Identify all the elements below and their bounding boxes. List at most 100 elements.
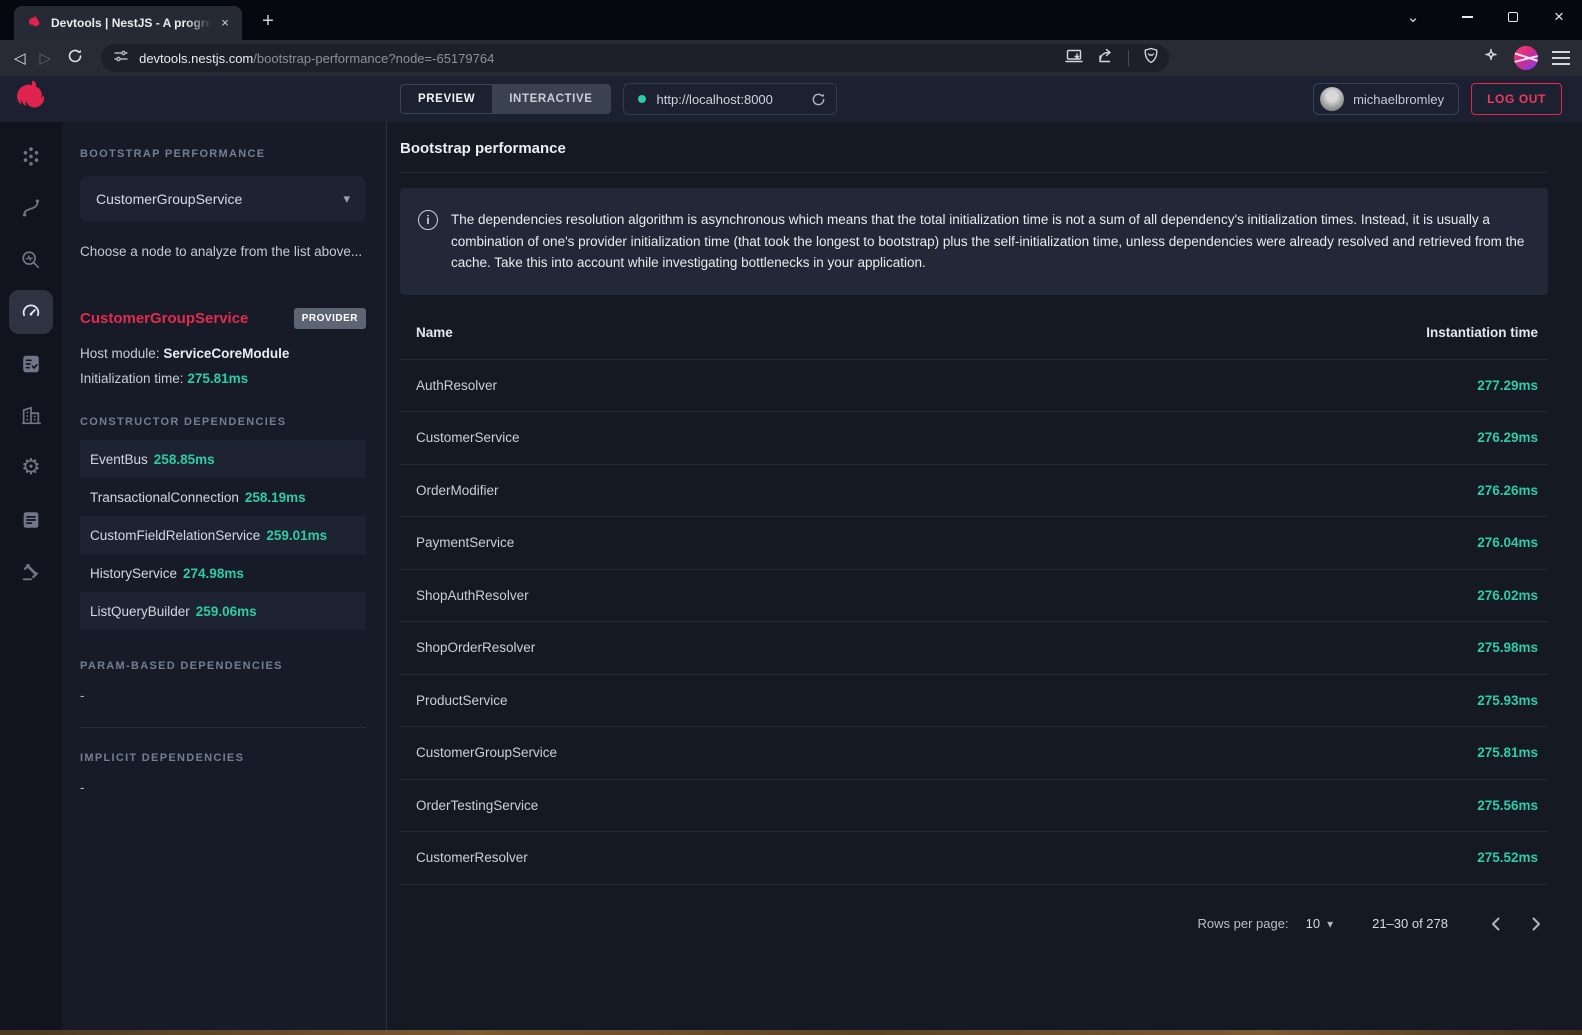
row-name: ProductService [416,693,508,708]
table-row[interactable]: ShopOrderResolver 275.98ms [400,622,1548,675]
implicit-deps-title: IMPLICIT DEPENDENCIES [80,752,366,764]
maximize-button[interactable] [1490,0,1536,34]
table-row[interactable]: CustomerService 276.29ms [400,412,1548,465]
toolbar-right [1482,46,1570,70]
table-row[interactable]: ProductService 275.93ms [400,675,1548,728]
dependency-time: 259.06ms [196,604,257,619]
user-avatar [1320,87,1344,111]
table-row[interactable]: OrderTestingService 275.56ms [400,780,1548,833]
init-time-row: Initialization time: 275.81ms [80,371,366,386]
preview-button[interactable]: PREVIEW [401,85,492,113]
dependency-name: CustomFieldRelationService [90,528,260,543]
pagination: Rows per page: 10 ▾ 21–30 of 278 [400,912,1548,936]
nav-insights-icon[interactable] [9,238,53,282]
dependency-item[interactable]: TransactionalConnection 258.19ms [80,478,366,516]
table-row[interactable]: AuthResolver 277.29ms [400,360,1548,413]
user-chip[interactable]: michaelbromley [1313,83,1459,115]
minimize-button[interactable] [1444,0,1490,34]
nav-modules-icon[interactable] [9,394,53,438]
nav-bootstrap-performance-icon[interactable] [9,290,53,334]
row-name: OrderTestingService [416,798,538,813]
row-name: PaymentService [416,535,514,550]
tab-title: Devtools | NestJS - A progressive [51,16,216,30]
app-url-input[interactable]: http://localhost:8000 [623,83,837,115]
interactive-button[interactable]: INTERACTIVE [492,85,609,113]
close-button[interactable]: × [1536,0,1582,34]
window-controls: ⌄ × [1390,0,1582,34]
back-icon[interactable]: ◁ [14,49,26,67]
table-row[interactable]: ShopAuthResolver 276.02ms [400,570,1548,623]
sparkles-icon[interactable] [1482,47,1500,70]
row-instantiation-time: 275.98ms [1477,640,1538,655]
previous-page-button[interactable] [1483,912,1507,936]
browser-tab[interactable]: Devtools | NestJS - A progressive × [14,6,242,40]
selected-node-name: CustomerGroupService [80,310,248,327]
status-dot [638,95,646,103]
dependency-item[interactable]: HistoryService 274.98ms [80,554,366,592]
info-icon: i [418,210,438,230]
reload-icon[interactable] [67,48,83,68]
table-row[interactable]: CustomerResolver 275.52ms [400,832,1548,885]
nav-audit-icon[interactable] [9,342,53,386]
url-bar[interactable]: devtools.nestjs.com/bootstrap-performanc… [101,44,1169,72]
menu-icon[interactable] [1552,51,1570,65]
constructor-deps-title: CONSTRUCTOR DEPENDENCIES [80,416,366,428]
browser-window: Devtools | NestJS - A progressive × + ⌄ … [0,0,1582,1035]
new-tab-button[interactable]: + [256,10,280,34]
tab-strip: Devtools | NestJS - A progressive × + ⌄ … [0,0,1582,40]
dependency-item[interactable]: CustomFieldRelationService 259.01ms [80,516,366,554]
row-instantiation-time: 276.04ms [1477,535,1538,550]
divider [80,727,366,728]
site-settings-icon[interactable] [113,48,129,69]
row-instantiation-time: 275.93ms [1477,693,1538,708]
dependency-item[interactable]: ListQueryBuilder 259.06ms [80,592,366,630]
app-header: PREVIEW INTERACTIVE http://localhost:800… [0,76,1582,122]
row-instantiation-time: 277.29ms [1477,378,1538,393]
dependency-name: HistoryService [90,566,177,581]
next-page-button[interactable] [1524,912,1548,936]
row-name: OrderModifier [416,483,499,498]
tab-close-icon[interactable]: × [216,14,234,32]
node-select[interactable]: CustomerGroupService ▾ [80,176,366,222]
row-name: CustomerResolver [416,850,528,865]
tab-search-icon[interactable]: ⌄ [1390,0,1436,34]
page-title: Bootstrap performance [400,140,1548,173]
chevron-down-icon: ▾ [1327,917,1333,931]
performance-table: Name Instantiation time AuthResolver 277… [400,316,1548,885]
profile-avatar[interactable] [1514,46,1538,70]
main-content: Bootstrap performance i The dependencies… [388,122,1582,1030]
param-deps-title: PARAM-BASED DEPENDENCIES [80,660,366,672]
desktop-edge [0,1030,1582,1035]
share-icon[interactable] [1097,48,1114,69]
dependency-item[interactable]: EventBus 258.85ms [80,440,366,478]
row-instantiation-time: 276.29ms [1477,430,1538,445]
row-instantiation-time: 276.26ms [1477,483,1538,498]
rows-per-page-select[interactable]: 10 ▾ [1306,916,1334,931]
nav-sandbox-icon[interactable] [9,550,53,594]
table-row[interactable]: CustomerGroupService 275.81ms [400,727,1548,780]
name-column-header: Name [416,325,453,340]
nav-settings-icon[interactable]: ⚙ [9,446,53,490]
dependency-name: TransactionalConnection [90,490,239,505]
logout-button[interactable]: LOG OUT [1471,83,1562,115]
nav-routes-icon[interactable] [9,186,53,230]
table-row[interactable]: PaymentService 276.04ms [400,517,1548,570]
brave-shields-icon[interactable] [1143,47,1159,69]
open-in-app-icon[interactable] [1065,48,1083,69]
row-name: CustomerGroupService [416,745,557,760]
node-select-value: CustomerGroupService [96,191,343,207]
nestjs-favicon [26,15,42,31]
row-instantiation-time: 275.56ms [1477,798,1538,813]
row-instantiation-time: 275.81ms [1477,745,1538,760]
refresh-icon[interactable] [811,92,826,107]
nav-docs-icon[interactable] [9,498,53,542]
forward-icon[interactable]: ▷ [40,49,52,67]
table-body: AuthResolver 277.29ms CustomerService 27… [400,360,1548,885]
page-range: 21–30 of 278 [1372,916,1448,931]
nav-dependency-graph-icon[interactable] [9,134,53,178]
row-instantiation-time: 276.02ms [1477,588,1538,603]
provider-badge: PROVIDER [294,308,366,329]
row-name: AuthResolver [416,378,497,393]
table-row[interactable]: OrderModifier 276.26ms [400,465,1548,518]
browser-toolbar: ◁ ▷ devtools.nestjs.com/bootstrap-perfor… [0,40,1582,76]
